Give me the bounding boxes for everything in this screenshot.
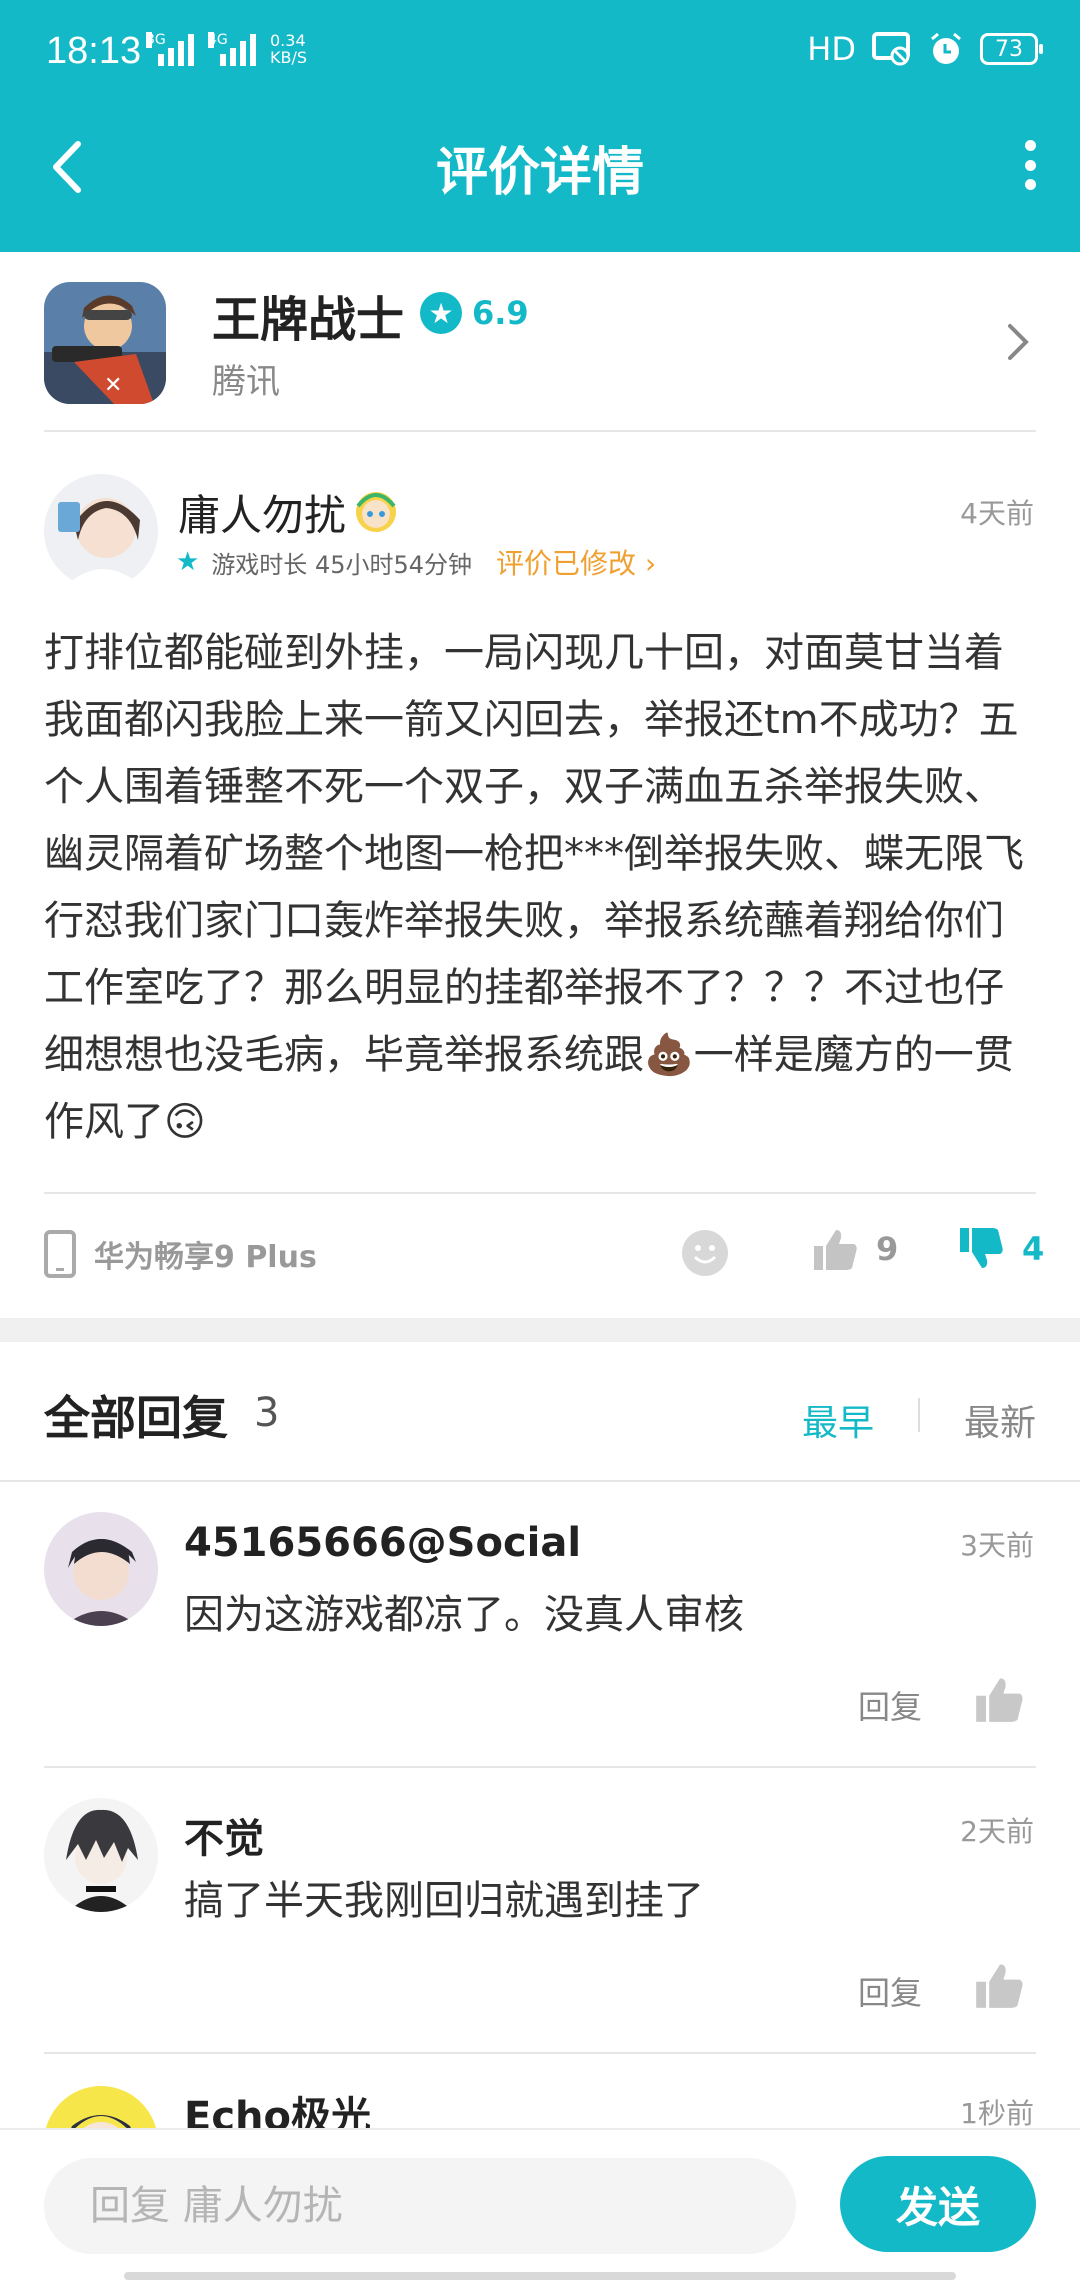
signal-3g-icon: 3G <box>146 32 194 66</box>
battery-icon: 73 <box>980 33 1043 65</box>
sort-oldest-tab[interactable]: 最早 <box>802 1394 874 1446</box>
game-developer: 腾讯 <box>212 362 280 402</box>
reply-author[interactable]: 45165666@Social <box>184 1520 581 1566</box>
sort-separator <box>918 1398 920 1432</box>
like-count: 9 <box>876 1230 899 1268</box>
page-title: 评价详情 <box>435 143 644 203</box>
device-info: 华为畅享9 Plus <box>44 1230 317 1278</box>
thumbs-up-icon <box>814 1230 857 1270</box>
review-time: 4天前 <box>960 497 1034 530</box>
replies-count: 3 <box>254 1390 280 1436</box>
replies-header: 全部回复 3 最早 最新 <box>0 1342 1080 1482</box>
star-icon: ★ <box>176 547 200 577</box>
thumbs-up-icon[interactable] <box>974 1674 1024 1724</box>
device-name: 华为畅享9 Plus <box>94 1240 317 1275</box>
star-icon: ★ <box>420 292 462 334</box>
reply-text: 搞了半天我刚回归就遇到挂了 <box>184 1878 704 1924</box>
reply-button[interactable]: 回复 <box>858 1682 922 1728</box>
svg-text:✕: ✕ <box>104 373 122 398</box>
game-name: 王牌战士 <box>212 292 405 348</box>
chevron-right-icon <box>1008 324 1029 360</box>
game-info-card[interactable]: ✕ 王牌战士 ★ 6.9 腾讯 <box>0 252 1080 430</box>
status-bar: 18:13 3G 4G 0.34 KB/S HD 73 <box>0 0 1080 110</box>
replies-title: 全部回复 <box>44 1391 228 1445</box>
reviewer-name[interactable]: 庸人勿扰 <box>178 482 346 543</box>
more-options-button[interactable] <box>1020 140 1040 190</box>
reply-item: Echo极光 1秒前 <box>0 2054 1080 2128</box>
section-divider <box>0 1318 1080 1342</box>
level-badge-icon <box>356 492 396 532</box>
rating-value: 6.9 <box>472 294 529 332</box>
reply-item: 45165666@Social 3天前 因为这游戏都凉了。没真人审核 回复 <box>0 1482 1080 1768</box>
hd-icon: HD <box>807 30 856 68</box>
cast-icon <box>872 32 910 66</box>
game-app-icon: ✕ <box>44 282 166 404</box>
dislike-button[interactable]: 4 <box>958 1226 1044 1272</box>
playtime: 游戏时长 45小时54分钟 <box>211 550 473 579</box>
review-edited-link[interactable]: 评价已修改 › <box>496 542 656 582</box>
dislike-count: 4 <box>1022 1230 1045 1268</box>
divider <box>44 430 1036 432</box>
emoji-reaction-button[interactable] <box>682 1230 728 1276</box>
reply-avatar[interactable] <box>44 1798 158 1912</box>
reply-time: 3天前 <box>960 1529 1034 1562</box>
game-rating: ★ 6.9 <box>420 292 529 334</box>
reply-time: 2天前 <box>960 1815 1034 1848</box>
like-button[interactable]: 9 <box>812 1226 898 1272</box>
app-header: 18:13 3G 4G 0.34 KB/S HD 73 评价详情 <box>0 0 1080 252</box>
alarm-icon <box>931 32 961 64</box>
sort-newest-tab[interactable]: 最新 <box>964 1394 1036 1446</box>
reply-time: 1秒前 <box>960 2097 1034 2128</box>
reviewer-avatar[interactable] <box>44 474 158 588</box>
net-speed: 0.34 KB/S <box>270 31 308 67</box>
divider <box>44 1192 1036 1194</box>
reply-button[interactable]: 回复 <box>858 1968 922 2014</box>
reply-input[interactable] <box>44 2158 796 2254</box>
thumbs-up-icon[interactable] <box>974 1960 1024 2010</box>
thumbs-down-icon <box>960 1228 1003 1268</box>
status-right-icons: HD 73 <box>807 30 1043 68</box>
send-button[interactable]: 发送 <box>840 2156 1036 2252</box>
reply-author[interactable]: Echo极光 <box>184 2084 371 2128</box>
status-time: 18:13 <box>46 30 142 72</box>
reply-item: 不觉 2天前 搞了半天我刚回归就遇到挂了 回复 <box>0 1768 1080 2054</box>
network-indicators: 3G 4G 0.34 KB/S <box>146 32 307 66</box>
reply-avatar[interactable] <box>44 1512 158 1626</box>
signal-4g-icon: 4G <box>208 32 256 66</box>
navigation-gesture-bar[interactable] <box>124 2272 956 2280</box>
reply-text: 因为这游戏都凉了。没真人审核 <box>184 1592 744 1638</box>
reply-compose-bar: 发送 <box>0 2128 1080 2280</box>
playtime-row: ★ 游戏时长 45小时54分钟 评价已修改 › <box>176 542 656 582</box>
reply-author[interactable]: 不觉 <box>184 1806 264 1864</box>
phone-icon <box>44 1230 76 1278</box>
reply-avatar[interactable] <box>44 2086 158 2128</box>
review-text: 打排位都能碰到外挂，一局闪现几十回，对面莫甘当着我面都闪我脸上来一箭又闪回去，举… <box>44 630 1024 1145</box>
